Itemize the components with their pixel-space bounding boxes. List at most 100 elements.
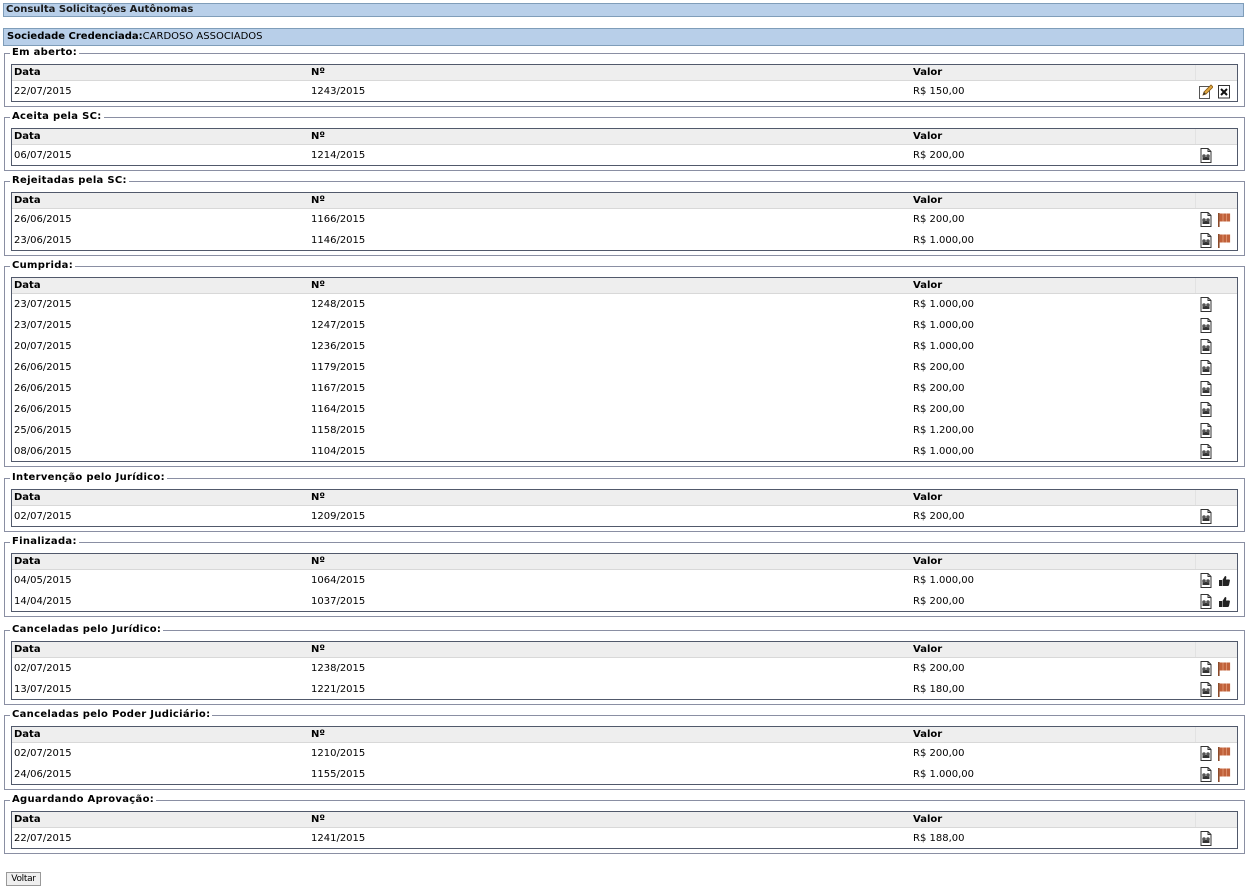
row-actions — [1199, 381, 1213, 396]
view-document-icon[interactable] — [1199, 360, 1213, 375]
view-document-icon[interactable] — [1199, 318, 1213, 333]
view-document-icon[interactable] — [1199, 767, 1213, 782]
cell-date: 02/07/2015 — [14, 663, 72, 674]
view-document-icon[interactable] — [1199, 402, 1213, 417]
view-document-icon[interactable] — [1199, 339, 1213, 354]
edit-icon[interactable] — [1199, 84, 1213, 99]
cell-numero: 1037/2015 — [311, 596, 366, 607]
table-header: Data Nº Valor — [12, 278, 1237, 294]
group-label: Aguardando Aprovação: — [11, 794, 156, 805]
table-row: 08/06/2015 1104/2015 R$ 1.000,00 — [12, 441, 1237, 462]
cell-numero: 1210/2015 — [311, 748, 366, 759]
column-header-data: Data — [14, 492, 41, 503]
view-document-icon[interactable] — [1199, 233, 1213, 248]
cell-valor: R$ 200,00 — [913, 362, 965, 373]
cell-date: 04/05/2015 — [14, 575, 72, 586]
status-group: Rejeitadas pela SC: Data Nº Valor 26/06/2015… — [4, 175, 1245, 256]
cell-numero: 1166/2015 — [311, 214, 366, 225]
view-document-icon[interactable] — [1199, 297, 1213, 312]
cell-date: 23/06/2015 — [14, 235, 72, 246]
table-header: Data Nº Valor — [12, 812, 1237, 828]
view-document-icon[interactable] — [1199, 212, 1213, 227]
flag-icon[interactable] — [1217, 682, 1231, 697]
solicitacoes-table: Data Nº Valor 26/06/2015 1166/2015 R$ 200,00 2… — [11, 192, 1238, 251]
column-header-valor: Valor — [913, 644, 943, 655]
column-header-valor: Valor — [913, 556, 943, 567]
solicitacoes-table: Data Nº Valor 23/07/2015 1248/2015 R$ 1.000,0… — [11, 277, 1238, 462]
table-row: 23/07/2015 1247/2015 R$ 1.000,00 — [12, 315, 1237, 336]
table-row: 26/06/2015 1179/2015 R$ 200,00 — [12, 357, 1237, 378]
view-document-icon[interactable] — [1199, 594, 1213, 609]
solicitacoes-table: Data Nº Valor 02/07/2015 1209/2015 R$ 200,00 — [11, 489, 1238, 527]
cell-valor: R$ 1.000,00 — [913, 575, 975, 586]
row-actions — [1199, 318, 1213, 333]
cell-valor: R$ 200,00 — [913, 663, 965, 674]
cell-date: 26/06/2015 — [14, 404, 72, 415]
group-label: Finalizada: — [11, 536, 78, 547]
view-document-icon[interactable] — [1199, 746, 1213, 761]
row-actions — [1199, 661, 1231, 676]
table-header: Data Nº Valor — [12, 65, 1237, 81]
table-header: Data Nº Valor — [12, 554, 1237, 570]
cell-valor: R$ 200,00 — [913, 404, 965, 415]
cell-date: 14/04/2015 — [14, 596, 72, 607]
cell-date: 23/07/2015 — [14, 299, 72, 310]
table-header: Data Nº Valor — [12, 193, 1237, 209]
column-header-valor: Valor — [913, 814, 943, 825]
cell-date: 26/06/2015 — [14, 214, 72, 225]
cell-date: 13/07/2015 — [14, 684, 72, 695]
view-document-icon[interactable] — [1199, 661, 1213, 676]
column-header-numero: Nº — [311, 492, 326, 503]
cell-numero: 1248/2015 — [311, 299, 366, 310]
cell-date: 22/07/2015 — [14, 86, 72, 97]
status-group: Cumprida: Data Nº Valor 23/07/2015 1248/2015 R… — [4, 260, 1245, 467]
column-header-valor: Valor — [913, 67, 943, 78]
thumbs-up-icon[interactable] — [1217, 594, 1231, 609]
column-header-numero: Nº — [311, 131, 326, 142]
group-label: Rejeitadas pela SC: — [11, 175, 128, 186]
flag-icon[interactable] — [1217, 767, 1231, 782]
flag-icon[interactable] — [1217, 661, 1231, 676]
cell-numero: 1236/2015 — [311, 341, 366, 352]
row-actions — [1199, 233, 1231, 248]
thumbs-up-icon[interactable] — [1217, 573, 1231, 588]
cell-date: 02/07/2015 — [14, 748, 72, 759]
status-group: Finalizada: Data Nº Valor 04/05/2015 1064/201… — [4, 536, 1245, 617]
row-actions — [1199, 148, 1213, 163]
flag-icon[interactable] — [1217, 746, 1231, 761]
cell-numero: 1209/2015 — [311, 511, 366, 522]
cell-numero: 1238/2015 — [311, 663, 366, 674]
sociedade-credenciada-bar: Sociedade Credenciada:CARDOSO ASSOCIADOS — [3, 28, 1244, 46]
view-document-icon[interactable] — [1199, 148, 1213, 163]
cell-numero: 1164/2015 — [311, 404, 366, 415]
solicitacoes-table: Data Nº Valor 06/07/2015 1214/2015 R$ 200,00 — [11, 128, 1238, 166]
cell-valor: R$ 180,00 — [913, 684, 965, 695]
view-document-icon[interactable] — [1199, 444, 1213, 459]
cell-numero: 1155/2015 — [311, 769, 366, 780]
delete-icon[interactable] — [1217, 84, 1231, 99]
column-header-numero: Nº — [311, 729, 326, 740]
flag-icon[interactable] — [1217, 212, 1231, 227]
cell-valor: R$ 1.000,00 — [913, 446, 975, 457]
page-title: Consulta Solicitações Autônomas — [3, 3, 1244, 17]
table-row: 06/07/2015 1214/2015 R$ 200,00 — [12, 145, 1237, 166]
row-actions — [1199, 573, 1231, 588]
column-header-data: Data — [14, 67, 41, 78]
view-document-icon[interactable] — [1199, 381, 1213, 396]
flag-icon[interactable] — [1217, 233, 1231, 248]
voltar-button[interactable]: Voltar — [6, 872, 41, 886]
table-row: 02/07/2015 1209/2015 R$ 200,00 — [12, 506, 1237, 527]
view-document-icon[interactable] — [1199, 831, 1213, 846]
cell-date: 23/07/2015 — [14, 320, 72, 331]
table-row: 22/07/2015 1241/2015 R$ 188,00 — [12, 828, 1237, 849]
view-document-icon[interactable] — [1199, 682, 1213, 697]
view-document-icon[interactable] — [1199, 509, 1213, 524]
group-label: Cumprida: — [11, 260, 75, 271]
cell-numero: 1243/2015 — [311, 86, 366, 97]
status-group: Aceita pela SC: Data Nº Valor 06/07/2015 1214… — [4, 111, 1245, 171]
cell-valor: R$ 1.000,00 — [913, 235, 975, 246]
cell-date: 06/07/2015 — [14, 150, 72, 161]
view-document-icon[interactable] — [1199, 573, 1213, 588]
cell-date: 08/06/2015 — [14, 446, 72, 457]
view-document-icon[interactable] — [1199, 423, 1213, 438]
